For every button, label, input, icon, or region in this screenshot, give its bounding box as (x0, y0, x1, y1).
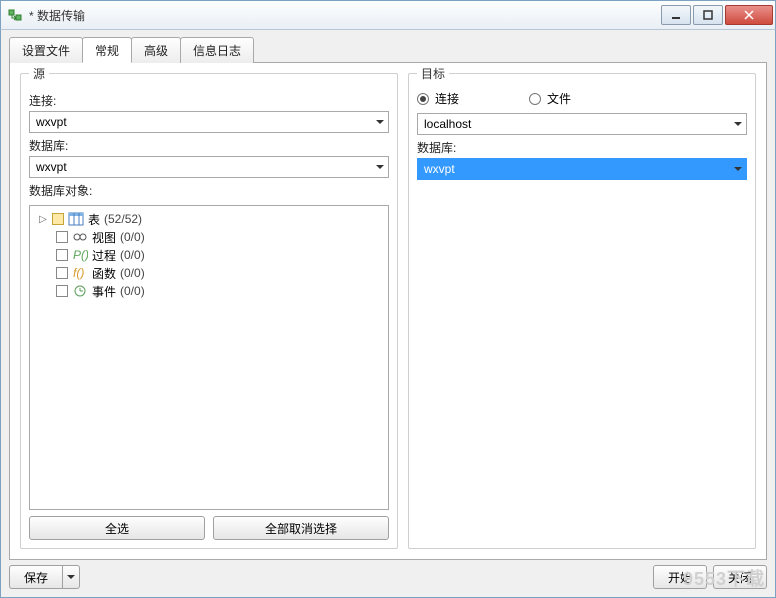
source-objects-label: 数据库对象: (29, 182, 389, 199)
chevron-down-icon (734, 162, 742, 176)
tab-advanced[interactable]: 高级 (131, 37, 181, 63)
save-button[interactable]: 保存 (9, 565, 62, 589)
table-icon (68, 211, 84, 227)
tree-count: (0/0) (120, 284, 145, 298)
source-conn-label: 连接: (29, 92, 389, 109)
client-area: 设置文件 常规 高级 信息日志 源 连接: wxvpt 数据库: wxvpt 数… (0, 30, 776, 598)
close-label: 关闭 (728, 569, 752, 586)
titlebar: * 数据传输 (0, 0, 776, 30)
radio-file-label: 文件 (547, 90, 571, 107)
window-buttons (659, 5, 773, 25)
close-dialog-button[interactable]: 关闭 (713, 565, 767, 589)
radio-connection[interactable]: 连接 (417, 90, 459, 107)
select-all-label: 全选 (105, 520, 129, 537)
tree-row-tables[interactable]: ▷ 表 (52/52) (34, 210, 384, 228)
start-button[interactable]: 开始 (653, 565, 707, 589)
source-db-combo[interactable]: wxvpt (29, 156, 389, 178)
deselect-all-label: 全部取消选择 (265, 520, 337, 537)
svg-text:P(): P() (73, 248, 88, 262)
footer: 保存 开始 关闭 (9, 565, 767, 589)
save-label: 保存 (24, 569, 48, 586)
tab-strip: 设置文件 常规 高级 信息日志 (9, 37, 767, 63)
tree-twisty-icon[interactable]: ▷ (38, 214, 48, 225)
close-button[interactable] (725, 5, 773, 25)
target-db-value: wxvpt (424, 162, 455, 176)
tree-row-views[interactable]: 视图 (0/0) (34, 228, 384, 246)
checkbox[interactable] (56, 285, 68, 297)
tree-count: (0/0) (120, 266, 145, 280)
select-buttons-row: 全选 全部取消选择 (29, 516, 389, 540)
view-icon (72, 229, 88, 245)
group-target: 目标 连接 文件 localhost 数据库: wxvpt (408, 73, 756, 549)
tree-row-events[interactable]: 事件 (0/0) (34, 282, 384, 300)
tab-page-general: 源 连接: wxvpt 数据库: wxvpt 数据库对象: ▷ 表 (52/52… (9, 62, 767, 560)
target-legend: 目标 (417, 65, 449, 82)
target-db-label: 数据库: (417, 139, 747, 156)
tree-label: 事件 (92, 283, 116, 300)
target-db-combo[interactable]: wxvpt (417, 158, 747, 180)
svg-text:f(): f() (73, 266, 84, 280)
tree-count: (0/0) (120, 248, 145, 262)
tab-general[interactable]: 常规 (82, 37, 132, 63)
radio-file[interactable]: 文件 (529, 90, 571, 107)
tab-setfile[interactable]: 设置文件 (9, 37, 83, 63)
tree-label: 函数 (92, 265, 116, 282)
checkbox[interactable] (52, 213, 64, 225)
tree-label: 过程 (92, 247, 116, 264)
procedure-icon: P() (72, 247, 88, 263)
target-conn-combo[interactable]: localhost (417, 113, 747, 135)
checkbox[interactable] (56, 249, 68, 261)
group-source: 源 连接: wxvpt 数据库: wxvpt 数据库对象: ▷ 表 (52/52… (20, 73, 398, 549)
source-db-value: wxvpt (36, 160, 67, 174)
window-title: * 数据传输 (29, 7, 659, 24)
source-conn-value: wxvpt (36, 115, 67, 129)
tree-count: (52/52) (104, 212, 142, 226)
chevron-down-icon (734, 117, 742, 131)
chevron-down-icon (376, 115, 384, 129)
select-all-button[interactable]: 全选 (29, 516, 205, 540)
tree-row-funcs[interactable]: f() 函数 (0/0) (34, 264, 384, 282)
save-split-button: 保存 (9, 565, 80, 589)
tree-count: (0/0) (120, 230, 145, 244)
target-conn-value: localhost (424, 117, 471, 131)
app-icon (7, 7, 23, 23)
tree-row-procs[interactable]: P() 过程 (0/0) (34, 246, 384, 264)
save-dropdown-button[interactable] (62, 565, 80, 589)
radio-icon (417, 93, 429, 105)
minimize-button[interactable] (661, 5, 691, 25)
source-legend: 源 (29, 65, 49, 82)
source-conn-combo[interactable]: wxvpt (29, 111, 389, 133)
checkbox[interactable] (56, 267, 68, 279)
start-label: 开始 (668, 569, 692, 586)
function-icon: f() (72, 265, 88, 281)
chevron-down-icon (376, 160, 384, 174)
db-objects-tree[interactable]: ▷ 表 (52/52) 视图 (0/0) P() 过程 (0/0) (29, 205, 389, 510)
source-db-label: 数据库: (29, 137, 389, 154)
tree-label: 表 (88, 211, 100, 228)
target-radio-group: 连接 文件 (417, 90, 747, 107)
maximize-button[interactable] (693, 5, 723, 25)
radio-connection-label: 连接 (435, 90, 459, 107)
checkbox[interactable] (56, 231, 68, 243)
tab-log[interactable]: 信息日志 (180, 37, 254, 63)
event-icon (72, 283, 88, 299)
radio-icon (529, 93, 541, 105)
tree-label: 视图 (92, 229, 116, 246)
deselect-all-button[interactable]: 全部取消选择 (213, 516, 389, 540)
